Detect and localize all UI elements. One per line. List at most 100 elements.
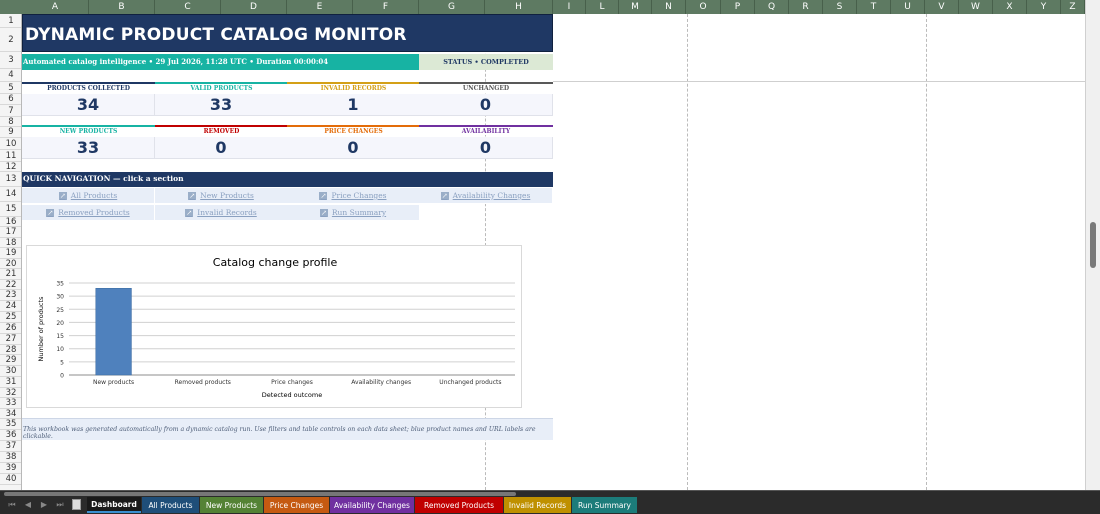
kpi-label: REMOVED	[155, 125, 288, 135]
column-header[interactable]: D	[221, 0, 287, 14]
row-header[interactable]: 32	[0, 388, 21, 398]
row-header[interactable]: 13	[0, 172, 21, 187]
footnote-bar: This workbook was generated automaticall…	[22, 418, 553, 440]
column-header[interactable]: V	[925, 0, 959, 14]
sheet-grid[interactable]: DYNAMIC PRODUCT CATALOG MONITOR Automate…	[22, 14, 1085, 490]
row-header[interactable]: 17	[0, 227, 21, 238]
row-header[interactable]: 23	[0, 290, 21, 301]
column-header[interactable]: Y	[1027, 0, 1061, 14]
nav-link-availability-changes[interactable]: ↗ Availability Changes	[419, 188, 553, 204]
row-header[interactable]: 12	[0, 162, 21, 172]
column-header[interactable]: I	[553, 0, 586, 14]
row-header[interactable]: 25	[0, 312, 21, 323]
row-header[interactable]: 9	[0, 127, 21, 138]
column-header[interactable]: A	[22, 0, 89, 14]
row-header[interactable]: 37	[0, 441, 21, 452]
row-header[interactable]: 22	[0, 280, 21, 290]
row-header[interactable]: 40	[0, 474, 21, 485]
nav-link-price-changes[interactable]: ↗ Price Changes	[287, 188, 420, 204]
row-header[interactable]: 20	[0, 259, 21, 269]
chart-container[interactable]: Catalog change profile 0 5 10 15 20 25 30 35 New…	[26, 245, 522, 408]
row-header[interactable]: 36	[0, 430, 21, 441]
row-header[interactable]: 24	[0, 301, 21, 312]
row-header[interactable]: 21	[0, 269, 21, 280]
nav-link-run-summary[interactable]: ↗ Run Summary	[287, 205, 420, 221]
row-header[interactable]: 10	[0, 138, 21, 150]
column-header[interactable]: L	[586, 0, 619, 14]
column-header[interactable]: O	[686, 0, 721, 14]
column-header[interactable]: S	[823, 0, 857, 14]
column-header[interactable]: X	[993, 0, 1027, 14]
row-header[interactable]: 31	[0, 377, 21, 388]
sheet-tab-new-products[interactable]: New Products	[200, 497, 263, 513]
prev-sheet-icon[interactable]: ◀	[22, 500, 34, 510]
column-header[interactable]: Q	[755, 0, 789, 14]
y-axis-label: Number of products	[37, 296, 45, 362]
row-header[interactable]: 33	[0, 398, 21, 409]
kpi-label: UNCHANGED	[419, 82, 553, 92]
column-header[interactable]: F	[353, 0, 419, 14]
row-header[interactable]: 16	[0, 217, 21, 227]
row-header[interactable]: 19	[0, 248, 21, 259]
row-header[interactable]: 28	[0, 345, 21, 355]
row-header[interactable]: 6	[0, 94, 21, 105]
row-headers: 1 2 3 4 5 6 7 8 9 10 11 12 13 14 15 16 17 18 19 20 21 22 23 24 2…	[0, 14, 22, 490]
vertical-scroll-thumb[interactable]	[1090, 222, 1096, 268]
column-header[interactable]: G	[419, 0, 485, 14]
row-header[interactable]: 1	[0, 14, 21, 28]
column-header[interactable]: W	[959, 0, 993, 14]
row-header[interactable]: 18	[0, 238, 21, 248]
kpi-label: NEW PRODUCTS	[22, 125, 155, 135]
column-header[interactable]: B	[89, 0, 155, 14]
last-sheet-icon[interactable]: ⏭	[54, 500, 66, 510]
column-header[interactable]: P	[721, 0, 755, 14]
column-header[interactable]: T	[857, 0, 891, 14]
kpi-value: 1	[287, 94, 420, 116]
row-header[interactable]: 14	[0, 187, 21, 202]
sheet-tab-run-summary[interactable]: Run Summary	[572, 497, 637, 513]
column-header[interactable]: R	[789, 0, 823, 14]
row-header[interactable]: 5	[0, 82, 21, 94]
sheet-tab-invalid-records[interactable]: Invalid Records	[504, 497, 571, 513]
nav-link-all-products[interactable]: ↗ All Products	[22, 188, 155, 204]
column-header[interactable]: C	[155, 0, 221, 14]
column-header[interactable]: M	[619, 0, 652, 14]
row-header[interactable]: 30	[0, 366, 21, 377]
column-header[interactable]: U	[891, 0, 925, 14]
row-header[interactable]: 11	[0, 150, 21, 162]
sheet-tab-price-changes[interactable]: Price Changes	[264, 497, 329, 513]
sheet-tab-availability-changes[interactable]: Availability Changes	[330, 497, 414, 513]
row-header[interactable]: 7	[0, 105, 21, 117]
sheet-tab-dashboard[interactable]: Dashboard	[87, 497, 141, 513]
page-break-line	[926, 14, 927, 490]
column-header[interactable]: H	[485, 0, 553, 14]
first-sheet-icon[interactable]: ⏮	[6, 500, 18, 510]
sheet-tab-removed-products[interactable]: Removed Products	[415, 497, 503, 513]
row-header[interactable]: 29	[0, 355, 21, 366]
sheet-tab-all-products[interactable]: All Products	[142, 497, 199, 513]
nav-link-invalid-records[interactable]: ↗ Invalid Records	[155, 205, 288, 221]
next-sheet-icon[interactable]: ▶	[38, 500, 50, 510]
row-header[interactable]: 38	[0, 452, 21, 463]
x-tick-label: Availability changes	[351, 379, 411, 386]
vertical-scrollbar[interactable]	[1085, 0, 1100, 490]
row-header[interactable]: 4	[0, 69, 21, 82]
row-header[interactable]: 2	[0, 28, 21, 52]
horizontal-scrollbar[interactable]	[4, 492, 516, 496]
row-header[interactable]: 15	[0, 202, 21, 217]
nav-link-new-products[interactable]: ↗ New Products	[155, 188, 288, 204]
row-header[interactable]: 34	[0, 409, 21, 419]
column-header[interactable]: N	[652, 0, 686, 14]
row-header[interactable]: 3	[0, 52, 21, 69]
column-header[interactable]: E	[287, 0, 353, 14]
add-sheet-icon[interactable]	[72, 499, 81, 510]
row-header[interactable]: 39	[0, 463, 21, 474]
row-header[interactable]: 8	[0, 117, 21, 127]
row-header[interactable]: 35	[0, 419, 21, 430]
column-header[interactable]: Z	[1061, 0, 1085, 14]
row-header[interactable]: 27	[0, 334, 21, 345]
nav-link-removed-products[interactable]: ↗ Removed Products	[22, 205, 155, 221]
nav-link-label: Availability Changes	[452, 191, 531, 200]
row-header[interactable]: 26	[0, 323, 21, 334]
x-axis-label: Detected outcome	[262, 391, 322, 399]
